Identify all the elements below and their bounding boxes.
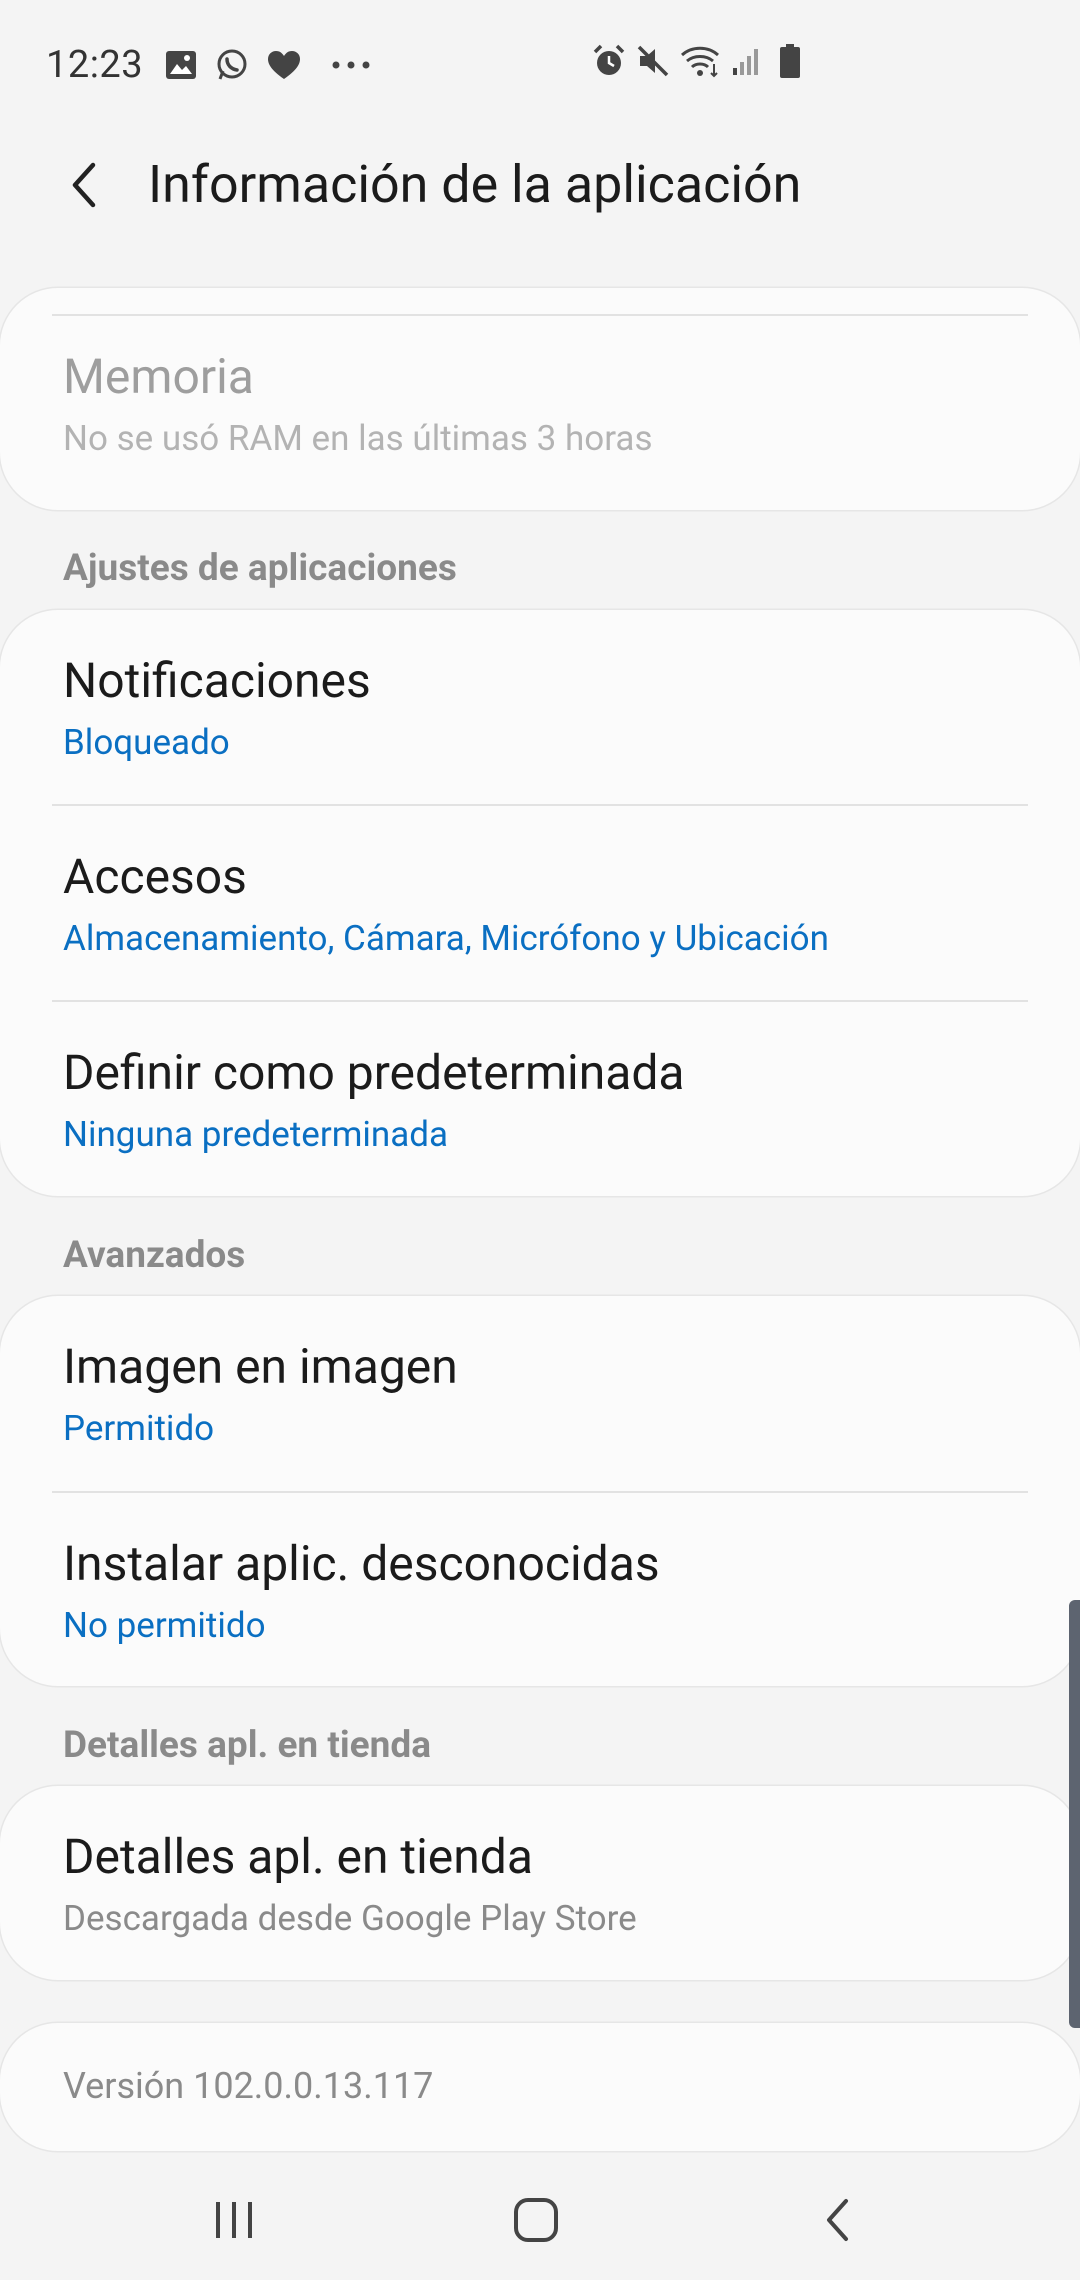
- picture-in-picture-title: Imagen en imagen: [63, 1338, 458, 1395]
- status-bar: 12:23: [0, 0, 1080, 130]
- recent-apps-icon: [216, 2202, 252, 2238]
- wifi-icon: [680, 44, 722, 78]
- permissions-title: Accesos: [63, 848, 247, 905]
- install-unknown-apps-status: No permitido: [63, 1605, 266, 1646]
- mute-icon: [636, 44, 670, 78]
- section-header-store-details: Detalles apl. en tienda: [63, 1724, 432, 1767]
- scrollbar-thumb[interactable]: [1069, 1600, 1080, 2028]
- install-unknown-apps-row[interactable]: Instalar aplic. desconocidas No permitid…: [0, 1493, 1080, 1686]
- section-header-advanced: Avanzados: [63, 1234, 246, 1277]
- back-nav-icon: [827, 2199, 848, 2241]
- notifications-status: Bloqueado: [63, 722, 230, 763]
- memory-row[interactable]: Memoria No se usó RAM en las últimas 3 h…: [0, 314, 1080, 510]
- permissions-list: Almacenamiento, Cámara, Micrófono y Ubic…: [63, 918, 829, 959]
- store-details-source: Descargada desde Google Play Store: [63, 1898, 637, 1939]
- store-details-title: Detalles apl. en tienda: [63, 1828, 533, 1885]
- image-icon: [165, 50, 197, 80]
- picture-in-picture-row[interactable]: Imagen en imagen Permitido: [0, 1296, 1080, 1491]
- navigation-bar: [0, 2150, 1080, 2280]
- memory-subtitle: No se usó RAM en las últimas 3 horas: [63, 418, 653, 459]
- set-default-row[interactable]: Definir como predeterminada Ninguna pred…: [0, 1002, 1080, 1196]
- whatsapp-icon: [215, 48, 249, 82]
- app-info-screen: 12:23 Información de la aplicación Memor…: [0, 0, 1080, 2280]
- set-default-status: Ninguna predeterminada: [63, 1114, 449, 1155]
- app-header: Información de la aplicación: [0, 130, 1080, 240]
- store-details-card: Detalles apl. en tienda Descargada desde…: [0, 1786, 1080, 1980]
- status-system-icons: [592, 44, 800, 78]
- version-card: Versión 102.0.0.13.117: [0, 2023, 1080, 2151]
- notifications-row[interactable]: Notificaciones Bloqueado: [0, 610, 1080, 805]
- recent-apps-button[interactable]: [189, 2180, 279, 2260]
- heart-icon: [267, 50, 301, 80]
- status-time: 12:23: [46, 43, 144, 87]
- notifications-title: Notificaciones: [63, 652, 371, 709]
- version-text: Versión 102.0.0.13.117: [63, 2065, 434, 2107]
- memory-title: Memoria: [63, 348, 254, 405]
- more-dots-icon: [331, 60, 371, 70]
- battery-icon: [780, 44, 800, 78]
- section-header-app-settings: Ajustes de aplicaciones: [63, 547, 457, 590]
- back-button[interactable]: [50, 150, 120, 220]
- home-button[interactable]: [491, 2180, 581, 2260]
- signal-icon: [732, 46, 762, 76]
- app-settings-card: Notificaciones Bloqueado Accesos Almacen…: [0, 610, 1080, 1196]
- memory-card: Memoria No se usó RAM en las últimas 3 h…: [0, 288, 1080, 510]
- back-arrow-icon: [72, 162, 96, 208]
- permissions-row[interactable]: Accesos Almacenamiento, Cámara, Micrófon…: [0, 806, 1080, 1001]
- back-nav-button[interactable]: [793, 2180, 883, 2260]
- picture-in-picture-status: Permitido: [63, 1408, 215, 1449]
- alarm-icon: [592, 44, 626, 78]
- page-title: Información de la aplicación: [148, 154, 802, 215]
- set-default-title: Definir como predeterminada: [63, 1044, 685, 1101]
- store-details-row[interactable]: Detalles apl. en tienda Descargada desde…: [0, 1786, 1080, 1980]
- install-unknown-apps-title: Instalar aplic. desconocidas: [63, 1535, 660, 1592]
- home-icon: [514, 2198, 558, 2242]
- advanced-card: Imagen en imagen Permitido Instalar apli…: [0, 1296, 1080, 1686]
- status-notification-icons: [165, 48, 371, 82]
